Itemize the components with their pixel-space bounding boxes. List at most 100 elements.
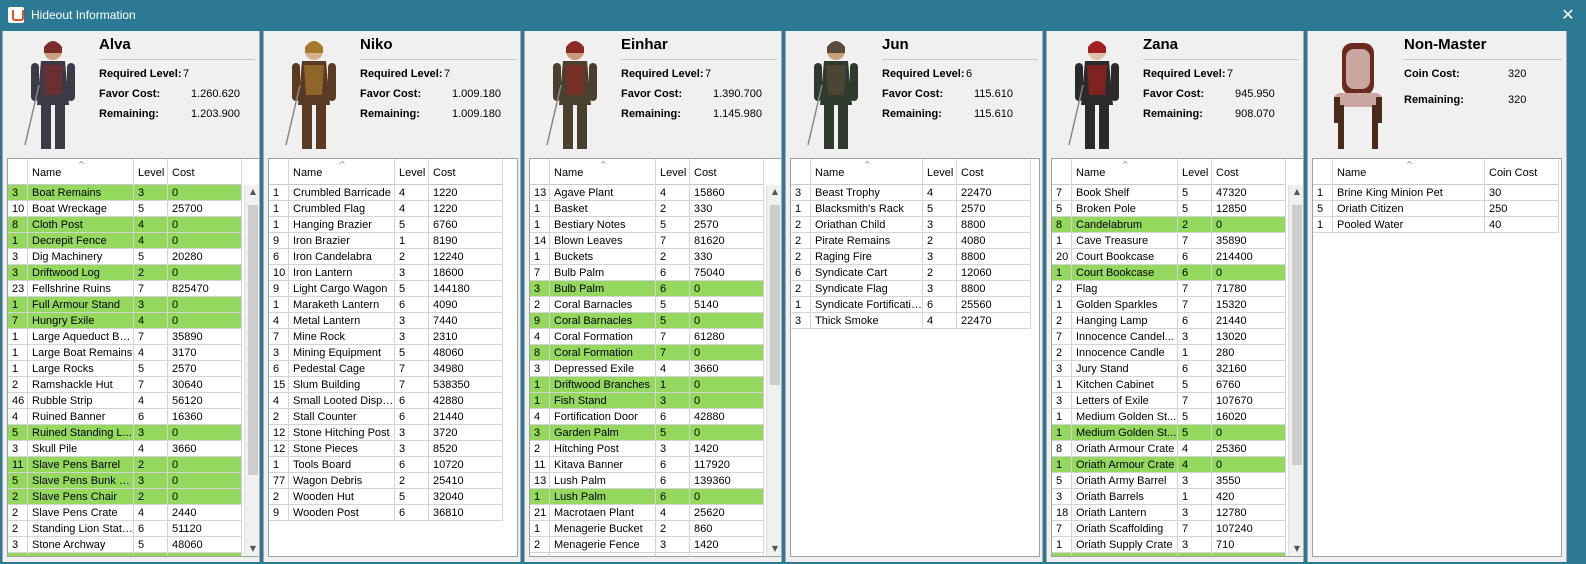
- column-header-qty[interactable]: [8, 159, 28, 185]
- table-row[interactable]: 1 Large Rocks 5 2570: [8, 361, 242, 377]
- items-table[interactable]: Name Level Cost ^ 1 Crumbled Barricade 4 1220 1 C…: [268, 158, 518, 557]
- table-row[interactable]: 21 Macrotaen Plant 4 25620: [530, 505, 764, 521]
- table-row[interactable]: 4 Ruined Banner 6 16360: [8, 409, 242, 425]
- table-row[interactable]: 8 Cloth Post 4 0: [8, 217, 242, 233]
- table-row[interactable]: 1 Brine King Minion Pet 30: [1313, 185, 1559, 201]
- table-row[interactable]: 5 Oriath Citizen 250: [1313, 201, 1559, 217]
- table-row[interactable]: 1Oriath Supply Crate30: [1052, 553, 1286, 556]
- table-row[interactable]: 10 Iron Lantern 3 18600: [269, 265, 503, 281]
- table-row[interactable]: 1 Full Armour Stand 3 0: [8, 297, 242, 313]
- table-row[interactable]: 4 Metal Lantern 3 7440: [269, 313, 503, 329]
- table-row[interactable]: 2 Hitching Post 3 1420: [530, 441, 764, 457]
- table-row[interactable]: 1 Bestiary Notes 5 2570: [530, 217, 764, 233]
- column-header-cost[interactable]: Cost: [690, 159, 764, 185]
- table-row[interactable]: 23 Fellshrine Ruins 7 825470: [8, 281, 242, 297]
- table-row[interactable]: 3 Letters of Exile 7 107670: [1052, 393, 1286, 409]
- table-row[interactable]: 3 Thick Smoke 4 22470: [791, 313, 1031, 329]
- scroll-down-icon[interactable]: ▼: [767, 542, 781, 556]
- vertical-scrollbar[interactable]: ▲ ▼: [1288, 185, 1303, 556]
- column-header-level[interactable]: Level: [134, 159, 168, 185]
- table-row[interactable]: 10 Boat Wreckage 5 25700: [8, 201, 242, 217]
- table-row[interactable]: 2 Slave Pens Crate 4 2440: [8, 505, 242, 521]
- table-row[interactable]: 2 Stall Counter 6 21440: [269, 409, 503, 425]
- table-row[interactable]: 2 Raging Fire 3 8800: [791, 249, 1031, 265]
- table-row[interactable]: 3 Depressed Exile 4 3660: [530, 361, 764, 377]
- table-row[interactable]: 3 Garden Palm 5 0: [530, 425, 764, 441]
- table-row[interactable]: 18 Oriath Lantern 3 12780: [1052, 505, 1286, 521]
- items-table[interactable]: Name Coin Cost ^ 1 Brine King Minion Pet 30 5 O…: [1312, 158, 1562, 557]
- column-header-cost[interactable]: Cost: [1212, 159, 1286, 185]
- table-row[interactable]: 2 Standing Lion Statue 6 51120: [8, 521, 242, 537]
- scroll-up-icon[interactable]: ▲: [1289, 185, 1303, 199]
- column-header-qty[interactable]: [530, 159, 550, 185]
- table-row[interactable]: 2 Flag 7 71780: [1052, 281, 1286, 297]
- scroll-thumb[interactable]: [770, 205, 780, 385]
- table-row[interactable]: 1 Crumbled Flag 4 1220: [269, 201, 503, 217]
- column-header-level[interactable]: Level: [395, 159, 429, 185]
- column-header-qty[interactable]: [1313, 159, 1333, 185]
- table-row[interactable]: 3 Jury Stand 6 32160: [1052, 361, 1286, 377]
- table-row[interactable]: 2 Ramshackle Hut 7 30640: [8, 377, 242, 393]
- table-row[interactable]: 9 Light Cargo Wagon 5 144180: [269, 281, 503, 297]
- table-row[interactable]: 4 Fortification Door 6 42880: [530, 409, 764, 425]
- vertical-scrollbar[interactable]: ▲ ▼: [766, 185, 781, 556]
- table-row[interactable]: 2 Hanging Lamp 6 21440: [1052, 313, 1286, 329]
- table-row[interactable]: 1 Decrepit Fence 4 0: [8, 233, 242, 249]
- table-row[interactable]: 3 Bulb Palm 6 0: [530, 281, 764, 297]
- table-row[interactable]: 1 Oriath Supply Crate 3 710: [1052, 537, 1286, 553]
- table-row[interactable]: 2 Slave Pens Chair 2 0: [8, 489, 242, 505]
- table-row[interactable]: 5 Ruined Standing L... 3 0: [8, 425, 242, 441]
- table-row[interactable]: 1 Large Boat Remains 4 3170: [8, 345, 242, 361]
- table-row[interactable]: 3 Skull Pile 4 3660: [8, 441, 242, 457]
- table-row[interactable]: 2 Menagerie Fence 3 1420: [530, 537, 764, 553]
- table-row[interactable]: 1 Large Aqueduct Boat 7 35890: [8, 329, 242, 345]
- table-row[interactable]: 6 Pedestal Cage 7 34980: [269, 361, 503, 377]
- scroll-down-icon[interactable]: ▼: [245, 542, 259, 556]
- table-row[interactable]: 1 Menagerie Bucket 2 860: [530, 521, 764, 537]
- table-row[interactable]: 20 Court Bookcase 6 214400: [1052, 249, 1286, 265]
- column-header-qty[interactable]: [1052, 159, 1072, 185]
- table-row[interactable]: 3 Oriath Barrels 1 420: [1052, 489, 1286, 505]
- column-header-level[interactable]: Level: [1178, 159, 1212, 185]
- table-row[interactable]: 1 Kitchen Cabinet 5 6760: [1052, 377, 1286, 393]
- table-row[interactable]: 77 Wagon Debris 2 25410: [269, 473, 503, 489]
- table-row[interactable]: 5 Slave Pens Bunk Bed 3 0: [8, 473, 242, 489]
- table-row[interactable]: 9 Coral Barnacles 5 0: [530, 313, 764, 329]
- scroll-up-icon[interactable]: ▲: [245, 185, 259, 199]
- table-row[interactable]: 5 Oriath Army Barrel 3 3550: [1052, 473, 1286, 489]
- table-row[interactable]: 2 Pirate Remains 2 4080: [791, 233, 1031, 249]
- column-header-cost[interactable]: Cost: [429, 159, 503, 185]
- table-row[interactable]: 13 Agave Plant 4 15860: [530, 185, 764, 201]
- table-row[interactable]: 8 Oriath Armour Crate 4 25360: [1052, 441, 1286, 457]
- close-icon[interactable]: ✕: [1550, 0, 1586, 31]
- table-row[interactable]: 2 Coral Barnacles 5 5140: [530, 297, 764, 313]
- table-row[interactable]: 12 Stone Pieces 3 8520: [269, 441, 503, 457]
- table-row[interactable]: 1 Hanging Brazier 5 6760: [269, 217, 503, 233]
- table-row[interactable]: 2 Innocence Candle 1 280: [1052, 345, 1286, 361]
- table-row[interactable]: 1 Tools Board 6 10720: [269, 457, 503, 473]
- table-row[interactable]: 1 Cave Treasure 7 35890: [1052, 233, 1286, 249]
- column-header-level[interactable]: Level: [656, 159, 690, 185]
- column-header-level[interactable]: Level: [923, 159, 957, 185]
- items-table[interactable]: Name Level Cost ^ 13 Agave Plant 4 15860 1 Basket…: [529, 158, 781, 557]
- items-table[interactable]: Name Level Cost ^ 7 Book Shelf 5 47320 5 Broken P…: [1051, 158, 1303, 557]
- table-row[interactable]: 1 Blacksmith's Rack 5 2570: [791, 201, 1031, 217]
- table-row[interactable]: 1Menagerie Feed Box1760: [530, 553, 764, 556]
- table-row[interactable]: 1Stone Wall30: [8, 553, 242, 556]
- table-row[interactable]: 1 Basket 2 330: [530, 201, 764, 217]
- table-row[interactable]: 3 Mining Equipment 5 48060: [269, 345, 503, 361]
- column-header-qty[interactable]: [791, 159, 811, 185]
- table-row[interactable]: 7 Bulb Palm 6 75040: [530, 265, 764, 281]
- table-row[interactable]: 3 Boat Remains 3 0: [8, 185, 242, 201]
- table-row[interactable]: 1 Lush Palm 6 0: [530, 489, 764, 505]
- table-row[interactable]: 11 Slave Pens Barrel 2 0: [8, 457, 242, 473]
- table-row[interactable]: 4 Coral Formation 7 61280: [530, 329, 764, 345]
- table-row[interactable]: 3 Driftwood Log 2 0: [8, 265, 242, 281]
- table-row[interactable]: 5 Broken Pole 5 12850: [1052, 201, 1286, 217]
- table-row[interactable]: 1 Maraketh Lantern 6 4090: [269, 297, 503, 313]
- table-row[interactable]: 3 Dig Machinery 5 20280: [8, 249, 242, 265]
- table-row[interactable]: 7 Book Shelf 5 47320: [1052, 185, 1286, 201]
- scroll-thumb[interactable]: [1292, 205, 1302, 465]
- table-row[interactable]: 14 Blown Leaves 7 81620: [530, 233, 764, 249]
- table-row[interactable]: 7 Mine Rock 3 2310: [269, 329, 503, 345]
